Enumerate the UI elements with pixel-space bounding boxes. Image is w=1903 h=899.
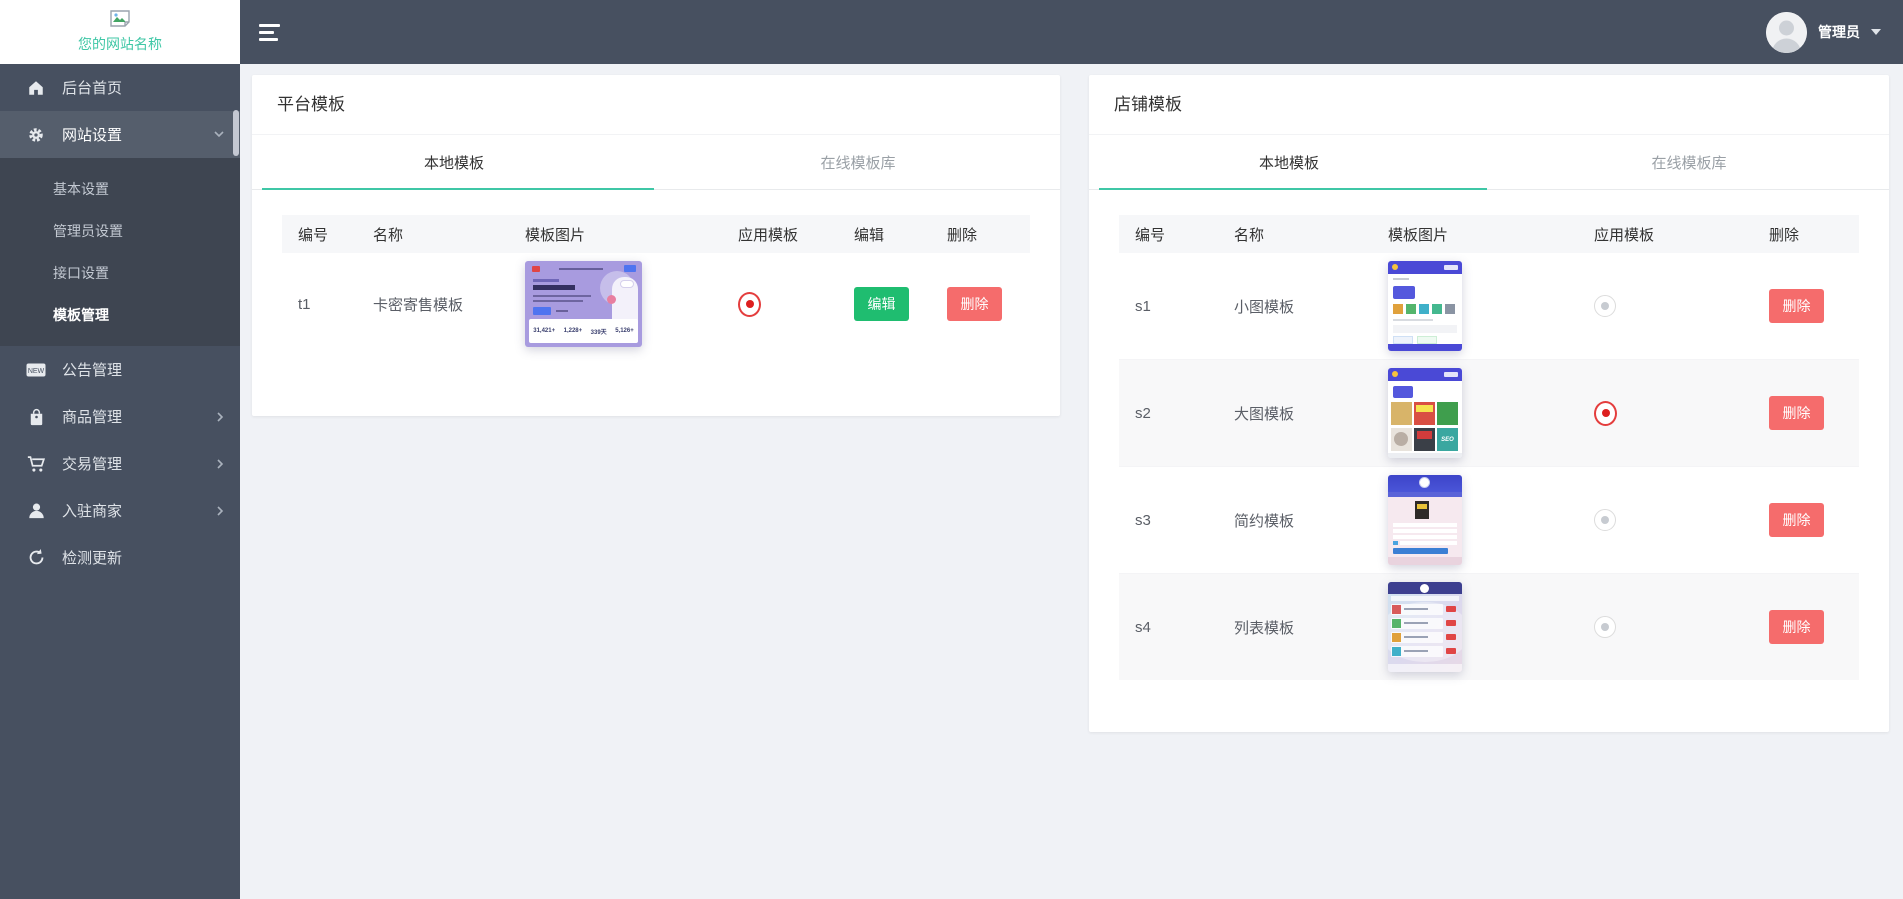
apply-template-radio[interactable] [1594, 509, 1616, 531]
sidebar-subitem-template-management[interactable]: 模板管理 [0, 294, 240, 336]
shop-template-table: 编号 名称 模板图片 应用模板 删除 s1 小图模板 删除 s2 大图模板 SE… [1119, 215, 1859, 680]
sidebar-item-label: 商品管理 [62, 409, 123, 426]
template-preview-image [1388, 261, 1462, 351]
table-row: s2 大图模板 SEO 删除 [1119, 359, 1859, 467]
chevron-down-icon [1871, 29, 1881, 35]
table-header-row: 编号 名称 模板图片 应用模板 编辑 删除 [282, 215, 1030, 253]
sidebar-item-label: 后台首页 [62, 80, 123, 97]
sidebar-item-products[interactable]: 商品管理 [0, 393, 240, 440]
sidebar-item-label: 公告管理 [62, 362, 123, 379]
shop-tabs: 本地模板 在线模板库 [1089, 135, 1889, 190]
column-header-id: 编号 [282, 215, 369, 253]
column-header-image: 模板图片 [1384, 215, 1590, 253]
sidebar-item-check-update[interactable]: 检测更新 [0, 534, 240, 581]
tab-local-templates[interactable]: 本地模板 [252, 135, 656, 190]
column-header-name: 名称 [1230, 215, 1384, 253]
svg-text:NEW: NEW [28, 368, 45, 375]
template-preview-image [1388, 582, 1462, 672]
template-id: s4 [1135, 618, 1151, 636]
template-name: 卡密寄售模板 [373, 296, 464, 314]
template-preview-image [1388, 475, 1462, 565]
sidebar-subitem-admin-settings[interactable]: 管理员设置 [0, 210, 240, 252]
table-row: s1 小图模板 删除 [1119, 253, 1859, 360]
sidebar: 后台首页 网站设置 基本设置 管理员设置 接口设置 模板管理 NEW 公告管理 [0, 64, 240, 899]
column-header-delete: 删除 [1765, 215, 1859, 253]
column-header-apply: 应用模板 [1590, 215, 1765, 253]
broken-image-icon [110, 10, 130, 32]
sidebar-item-site-settings[interactable]: 网站设置 [0, 111, 240, 158]
refresh-icon [25, 549, 47, 566]
delete-button[interactable]: 删除 [947, 287, 1002, 321]
column-header-image: 模板图片 [521, 215, 734, 253]
column-header-apply: 应用模板 [734, 215, 850, 253]
sidebar-item-transactions[interactable]: 交易管理 [0, 440, 240, 487]
apply-template-radio[interactable] [1594, 616, 1616, 638]
sidebar-subitem-basic-settings[interactable]: 基本设置 [0, 168, 240, 210]
template-id: s1 [1135, 297, 1151, 315]
menu-toggle-icon[interactable] [259, 20, 283, 45]
platform-templates-panel: 平台模板 本地模板 在线模板库 编号 名称 模板图片 应用模板 编辑 删除 t1… [252, 75, 1060, 416]
new-badge-icon: NEW [25, 363, 47, 377]
site-logo[interactable]: 您的网站名称 [0, 0, 240, 64]
avatar[interactable] [1766, 11, 1807, 53]
sidebar-subitem-api-settings[interactable]: 接口设置 [0, 252, 240, 294]
site-settings-submenu: 基本设置 管理员设置 接口设置 模板管理 [0, 158, 240, 346]
sidebar-item-label: 入驻商家 [62, 503, 123, 520]
column-header-edit: 编辑 [850, 215, 943, 253]
template-preview-image: SEO [1388, 368, 1462, 458]
cart-icon [25, 455, 47, 473]
column-header-delete: 删除 [943, 215, 1030, 253]
site-name: 您的网站名称 [78, 36, 162, 52]
shop-templates-panel: 店铺模板 本地模板 在线模板库 编号 名称 模板图片 应用模板 删除 s1 小图… [1089, 75, 1889, 732]
template-id: s3 [1135, 511, 1151, 529]
apply-template-radio[interactable] [1594, 400, 1617, 426]
template-name: 列表模板 [1234, 619, 1295, 637]
table-row: s4 列表模板 删除 [1119, 573, 1859, 680]
template-name: 大图模板 [1234, 405, 1295, 423]
sidebar-item-label: 检测更新 [62, 550, 123, 567]
sidebar-item-dashboard[interactable]: 后台首页 [0, 64, 240, 111]
apply-template-radio[interactable] [1594, 295, 1616, 317]
delete-button[interactable]: 删除 [1769, 396, 1824, 430]
template-id: s2 [1135, 404, 1151, 422]
chevron-right-icon [217, 458, 224, 469]
sidebar-item-label: 交易管理 [62, 456, 123, 473]
user-menu[interactable]: 管理员 [1766, 11, 1881, 53]
chevron-right-icon [217, 411, 224, 422]
delete-button[interactable]: 删除 [1769, 289, 1824, 323]
sidebar-item-merchants[interactable]: 入驻商家 [0, 487, 240, 534]
tab-online-template-library[interactable]: 在线模板库 [656, 135, 1060, 189]
chevron-right-icon [217, 505, 224, 516]
bag-icon [25, 408, 47, 426]
delete-button[interactable]: 删除 [1769, 503, 1824, 537]
username: 管理员 [1818, 24, 1860, 40]
top-bar: 管理员 [240, 0, 1903, 64]
template-name: 小图模板 [1234, 298, 1295, 316]
template-preview-image: 31,421+ 1,228+ 339天 5,126+ [525, 261, 642, 347]
table-row: t1 卡密寄售模板 31,421+ 1,228+ 339天 5,126+ 编辑 … [282, 253, 1030, 355]
table-row: s3 简约模板 删除 [1119, 466, 1859, 574]
chevron-down-icon [214, 131, 224, 138]
platform-tabs: 本地模板 在线模板库 [252, 135, 1060, 190]
column-header-name: 名称 [369, 215, 521, 253]
tab-local-templates[interactable]: 本地模板 [1089, 135, 1489, 190]
sidebar-scrollbar-thumb[interactable] [233, 110, 239, 156]
template-name: 简约模板 [1234, 512, 1295, 530]
table-header-row: 编号 名称 模板图片 应用模板 删除 [1119, 215, 1859, 253]
gear-icon [25, 126, 47, 144]
panel-title: 店铺模板 [1089, 75, 1889, 135]
user-icon [25, 502, 47, 519]
template-id: t1 [298, 295, 311, 313]
edit-button[interactable]: 编辑 [854, 287, 909, 321]
sidebar-item-label: 网站设置 [62, 127, 123, 144]
delete-button[interactable]: 删除 [1769, 610, 1824, 644]
platform-template-table: 编号 名称 模板图片 应用模板 编辑 删除 t1 卡密寄售模板 31,421+ … [282, 215, 1030, 355]
tab-online-template-library[interactable]: 在线模板库 [1489, 135, 1889, 189]
sidebar-item-announcements[interactable]: NEW 公告管理 [0, 346, 240, 393]
column-header-id: 编号 [1119, 215, 1230, 253]
panel-title: 平台模板 [252, 75, 1060, 135]
apply-template-radio[interactable] [738, 291, 761, 317]
home-icon [25, 79, 47, 97]
